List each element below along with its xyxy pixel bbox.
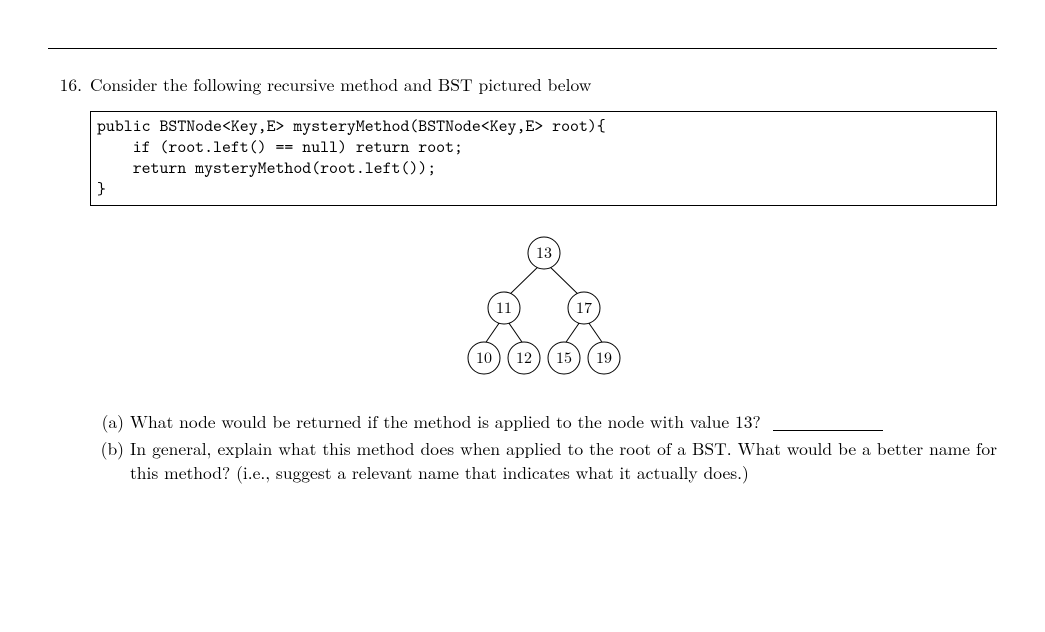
- code-line: if (root.left() == null) return root;: [97, 136, 463, 158]
- problem-body: Consider the following recursive method …: [90, 73, 997, 489]
- code-line: public BSTNode<Key,E> mysteryMethod(BSTN…: [97, 115, 606, 137]
- top-rule: [48, 48, 997, 49]
- tree-node-label: 12: [515, 345, 531, 368]
- tree-node-label: 11: [495, 295, 511, 318]
- subpart-a: (a) What node would be returned if the m…: [90, 410, 997, 434]
- code-line: }: [97, 178, 106, 200]
- code-line: return mysteryMethod(root.left());: [97, 157, 436, 179]
- code-box: public BSTNode<Key,E> mysteryMethod(BSTN…: [90, 111, 997, 206]
- subparts: (a) What node would be returned if the m…: [90, 410, 997, 485]
- tree-node-label: 10: [475, 345, 491, 368]
- answer-blank[interactable]: [773, 430, 883, 431]
- subpart-text: What node would be returned if the metho…: [130, 410, 997, 434]
- page: 16. Consider the following recursive met…: [0, 0, 1045, 632]
- tree-node-label: 19: [595, 345, 611, 368]
- tree-node-label: 13: [535, 240, 551, 263]
- subpart-a-text: What node would be returned if the metho…: [130, 409, 761, 434]
- subpart-label: (a): [90, 410, 130, 434]
- subpart-text: In general, explain what this method doe…: [130, 437, 997, 484]
- problem: 16. Consider the following recursive met…: [48, 73, 997, 489]
- subpart-b: (b) In general, explain what this method…: [90, 437, 997, 484]
- problem-number: 16.: [48, 73, 90, 489]
- tree-node-label: 17: [575, 295, 591, 318]
- subpart-label: (b): [90, 437, 130, 484]
- tree-node-label: 15: [555, 345, 571, 368]
- problem-prompt: Consider the following recursive method …: [90, 72, 591, 97]
- bst-diagram: 13 11 17 10 12 15 19: [434, 228, 654, 388]
